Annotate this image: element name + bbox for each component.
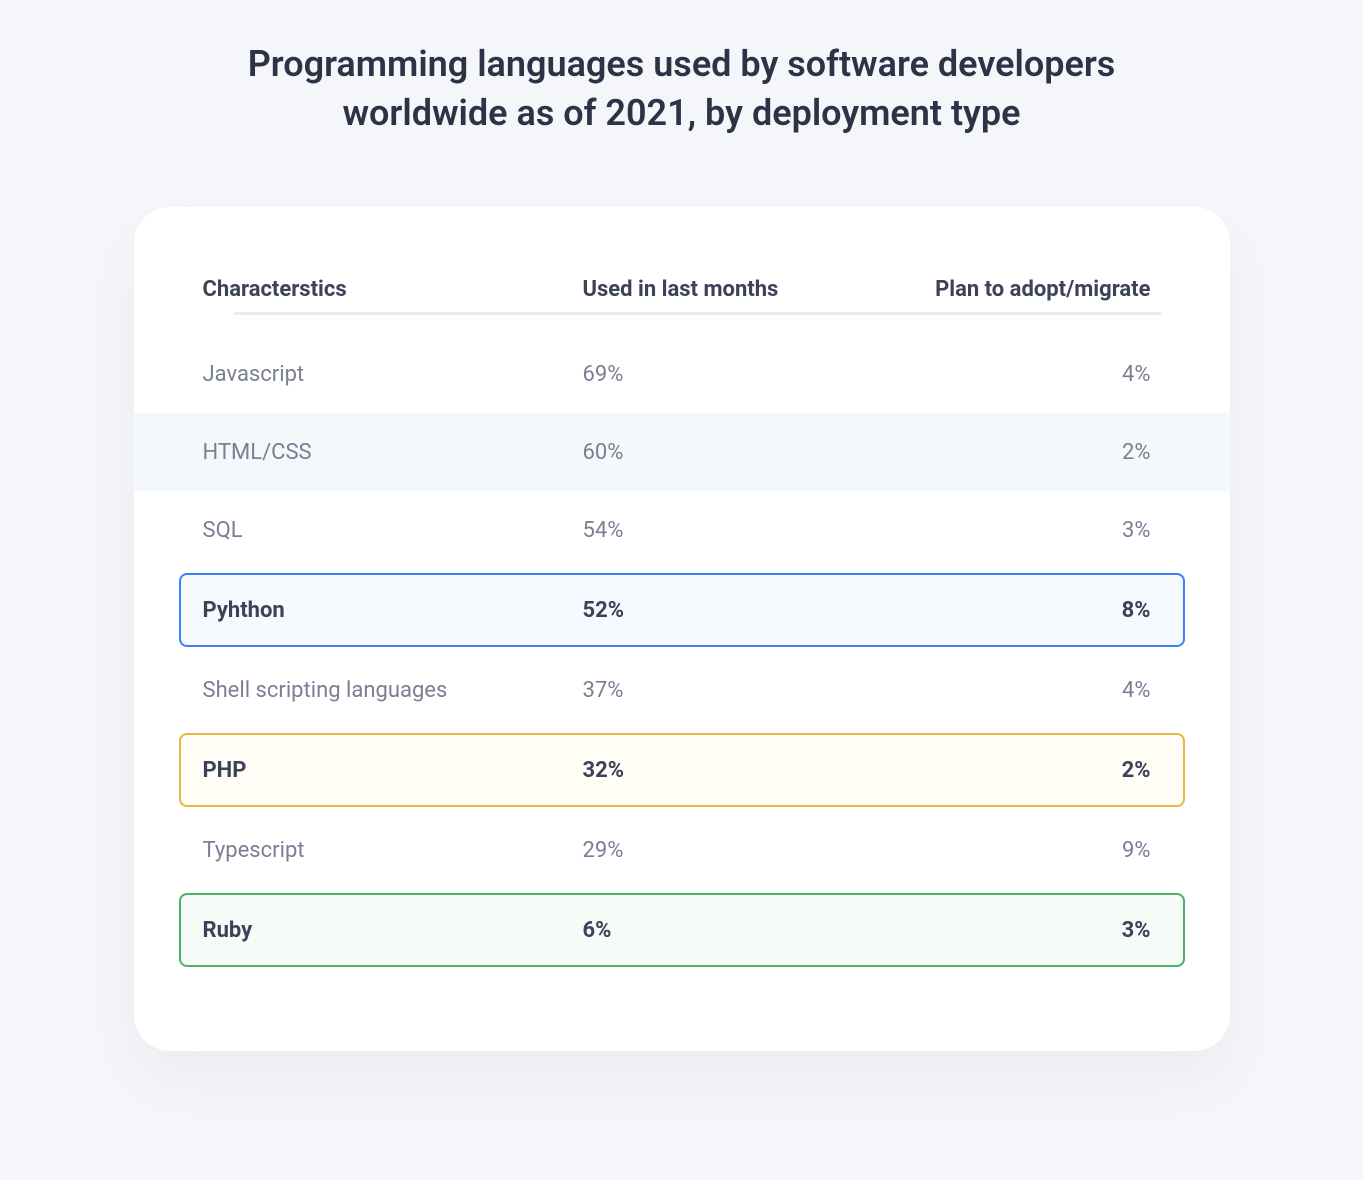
table-row: Typescript29%9% [134,811,1230,889]
table-header-row: Characterstics Used in last months Plan … [134,277,1230,302]
data-table: Characterstics Used in last months Plan … [134,277,1230,967]
row-plan-value: 3% [903,518,1161,543]
header-plan: Plan to adopt/migrate [903,277,1161,302]
row-plan-value: 2% [903,440,1161,465]
table-row: Shell scripting languages37%4% [134,651,1230,729]
row-used-value: 52% [583,598,903,623]
row-used-value: 54% [583,518,903,543]
header-characteristics: Characterstics [203,277,583,302]
row-name: Shell scripting languages [203,678,583,703]
table-row: Javascript69%4% [134,335,1230,413]
row-name: Ruby [203,918,583,943]
row-plan-value: 3% [903,918,1161,943]
table-row: HTML/CSS60%2% [134,413,1230,491]
page-title: Programming languages used by software d… [182,40,1182,137]
row-name: Pyhthon [203,598,583,623]
row-used-value: 69% [583,362,903,387]
table-row: Ruby6%3% [179,893,1185,967]
row-used-value: 37% [583,678,903,703]
table-row: SQL54%3% [134,491,1230,569]
row-used-value: 6% [583,918,903,943]
row-name: HTML/CSS [203,440,583,465]
row-plan-value: 4% [903,678,1161,703]
row-name: SQL [203,518,583,543]
header-divider [234,312,1161,315]
header-used: Used in last months [583,277,903,302]
row-name: Typescript [203,838,583,863]
table-row: PHP32%2% [179,733,1185,807]
row-name: Javascript [203,362,583,387]
row-used-value: 32% [583,758,903,783]
row-plan-value: 8% [903,598,1161,623]
row-plan-value: 9% [903,838,1161,863]
row-name: PHP [203,758,583,783]
row-plan-value: 2% [903,758,1161,783]
row-used-value: 29% [583,838,903,863]
data-card: Characterstics Used in last months Plan … [134,207,1230,1051]
table-row: Pyhthon52%8% [179,573,1185,647]
row-plan-value: 4% [903,362,1161,387]
row-used-value: 60% [583,440,903,465]
